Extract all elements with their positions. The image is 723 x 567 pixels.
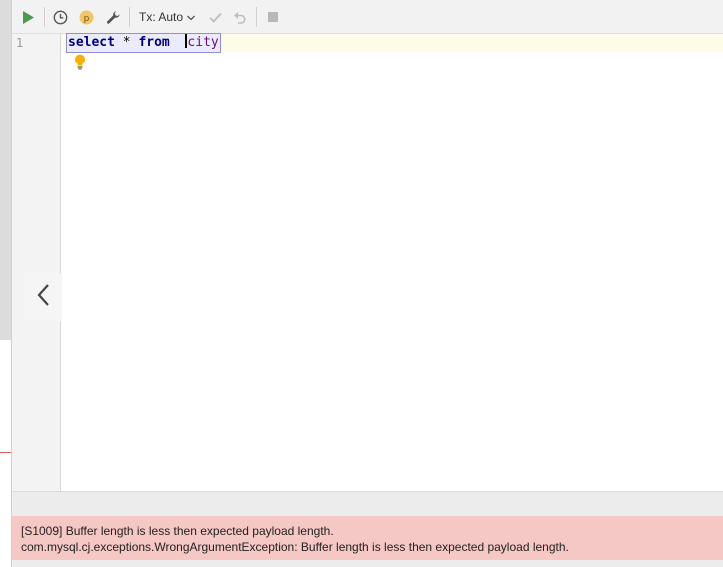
error-exception-line: com.mysql.cj.exceptions.WrongArgumentExc… [21, 540, 569, 554]
left-strip-scroll-area [0, 0, 11, 340]
clock-icon[interactable] [51, 8, 69, 26]
sql-statement[interactable]: select * from city [66, 33, 221, 53]
transaction-mode-label: Tx: Auto [139, 10, 184, 24]
parameter-p-icon[interactable]: p [77, 8, 95, 26]
lightbulb-icon[interactable] [74, 54, 86, 74]
code-operator: * [114, 35, 139, 50]
toolbar-separator [44, 7, 45, 27]
line-number-gutter: 1 [12, 34, 61, 491]
keyword-from: from [138, 35, 170, 50]
bottom-strip [12, 560, 723, 567]
play-icon[interactable] [20, 8, 36, 26]
toolbar-separator [129, 7, 130, 27]
undo-icon[interactable] [232, 8, 248, 26]
toolbar-separator [256, 7, 257, 27]
chevron-left-icon [36, 283, 50, 311]
table-name: city [187, 35, 219, 50]
transaction-mode-dropdown[interactable]: Tx: Auto [139, 8, 195, 26]
chevron-down-icon [187, 10, 195, 24]
parameter-p-label: p [83, 14, 89, 24]
error-line: [S1009] Buffer length is less then expec… [21, 524, 334, 538]
collapse-panel-button[interactable] [24, 273, 62, 321]
console-toolbar: p Tx: Auto [12, 0, 723, 34]
stop-icon[interactable] [266, 8, 280, 26]
error-message-panel: [S1009] Buffer length is less then expec… [12, 516, 723, 560]
keyword-select: select [68, 35, 115, 50]
check-icon[interactable] [207, 8, 223, 26]
output-panel-header [12, 491, 723, 516]
line-number: 1 [16, 36, 24, 50]
left-tool-strip [0, 0, 11, 567]
sql-editor[interactable]: select * from city [61, 33, 723, 491]
wrench-icon[interactable] [104, 8, 122, 26]
left-strip-error-mark [0, 452, 11, 453]
